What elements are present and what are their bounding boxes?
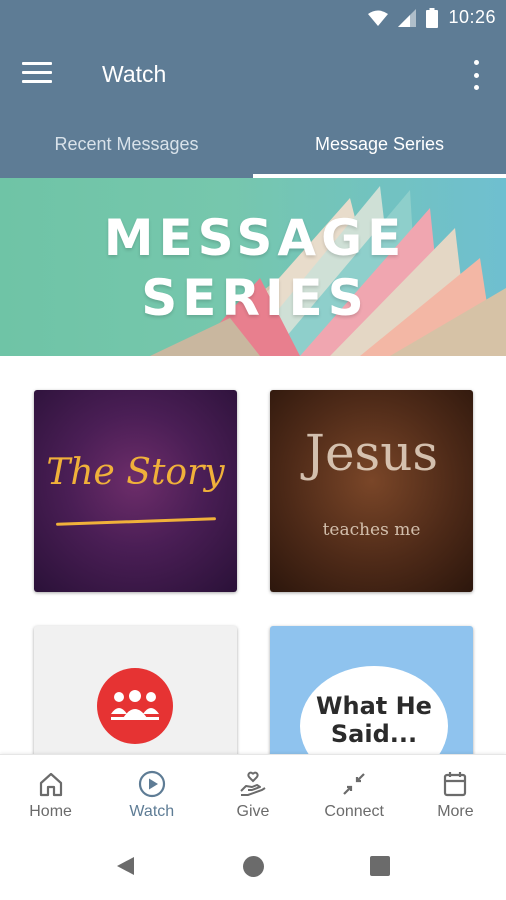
group-badge xyxy=(97,668,173,744)
recents-square-icon[interactable] xyxy=(370,856,390,876)
series-title: What He Said... xyxy=(316,692,432,748)
banner-title-line-2: SERIES xyxy=(141,269,369,327)
app-bar: Watch xyxy=(0,38,506,112)
tab-bar: Recent Messages Message Series xyxy=(0,112,506,178)
page-title: Watch xyxy=(102,61,167,87)
home-circle-icon[interactable] xyxy=(243,856,264,877)
overflow-menu-icon[interactable] xyxy=(468,60,484,90)
nav-label: Connect xyxy=(324,803,384,820)
people-group-icon xyxy=(111,690,159,720)
nav-item-more[interactable]: More xyxy=(405,755,506,832)
series-card-the-story[interactable]: The Story xyxy=(34,390,237,592)
title-underline xyxy=(55,517,217,526)
calendar-icon xyxy=(444,772,467,797)
series-card-jesus[interactable]: Jesus teaches me xyxy=(270,390,473,592)
screen: 10:26 Watch Recent Messages Message Seri… xyxy=(0,0,506,900)
arrows-in-icon xyxy=(343,773,365,795)
bottom-nav: Home Watch Give Connect More xyxy=(0,754,506,832)
wifi-icon xyxy=(368,10,389,26)
menu-icon[interactable] xyxy=(22,62,52,88)
nav-label: Give xyxy=(236,803,270,820)
battery-icon xyxy=(426,7,439,28)
series-card-group[interactable] xyxy=(34,626,237,754)
nav-item-connect[interactable]: Connect xyxy=(304,755,405,832)
status-bar: 10:26 xyxy=(0,0,506,38)
nav-item-watch[interactable]: Watch xyxy=(101,755,202,832)
nav-label: More xyxy=(437,803,474,820)
home-icon xyxy=(39,772,62,797)
play-circle-icon xyxy=(138,770,165,798)
nav-item-give[interactable]: Give xyxy=(202,755,303,832)
back-icon[interactable] xyxy=(114,855,136,877)
nav-item-home[interactable]: Home xyxy=(0,755,101,832)
tab-message-series[interactable]: Message Series xyxy=(253,112,506,178)
hand-heart-icon xyxy=(240,771,266,796)
message-series-banner: MESSAGE SERIES xyxy=(0,178,506,356)
series-card-what-he-said[interactable]: What He Said... xyxy=(270,626,473,754)
series-subtitle: teaches me xyxy=(322,520,421,540)
nav-label: Home xyxy=(29,803,72,820)
status-icons: 10:26 xyxy=(368,7,496,28)
series-title: Jesus xyxy=(304,424,439,482)
status-time: 10:26 xyxy=(448,7,496,27)
system-nav-bar xyxy=(0,832,506,900)
series-grid: The Story Jesus teaches me What He Said.… xyxy=(0,356,506,754)
series-title: The Story xyxy=(46,452,225,493)
tab-recent-messages[interactable]: Recent Messages xyxy=(0,112,253,178)
banner-title-line-1: MESSAGE xyxy=(103,209,407,267)
nav-label: Watch xyxy=(129,803,175,820)
signal-icon xyxy=(398,8,417,27)
banner-title: MESSAGE SERIES xyxy=(40,208,470,328)
